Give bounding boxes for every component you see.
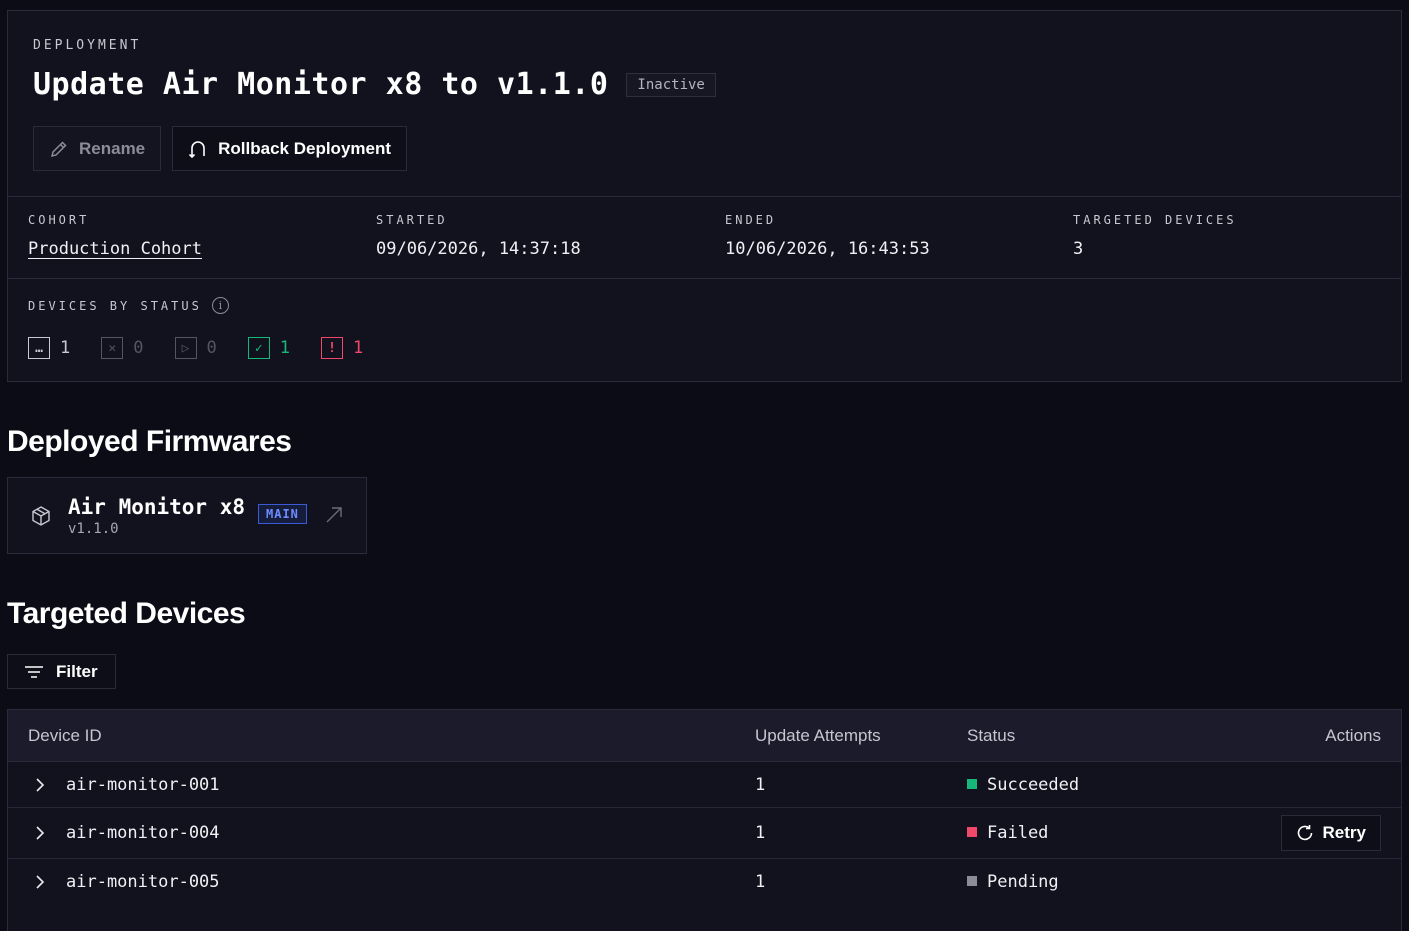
page-title: Update Air Monitor x8 to v1.1.0 [33,67,609,102]
devices-by-status-heading: DEVICES BY STATUS i [28,297,229,314]
status-cell: Pending [967,872,1059,892]
status-count-value: 1 [353,338,364,358]
firmware-version: v1.1.0 [68,521,119,537]
failed-icon: ! [321,337,343,359]
divider [8,278,1401,279]
meta-ended: ENDED 10/06/2026, 16:43:53 [725,213,930,259]
filter-button[interactable]: Filter [7,654,116,689]
status-count-pending[interactable]: … 1 [28,337,70,359]
firmwares-heading: Deployed Firmwares [7,425,292,458]
deployment-header-card: DEPLOYMENT Update Air Monitor x8 to v1.1… [7,10,1402,382]
status-badge: Inactive [626,72,716,97]
status-label: Succeeded [987,774,1080,795]
started-value: 09/06/2026, 14:37:18 [376,239,581,259]
meta-targeted: TARGETED DEVICES 3 [1073,213,1237,259]
filter-icon [25,665,43,678]
status-counts: … 1 ✕ 0 ▷ 0 ✓ 1 ! 1 [28,337,363,359]
rollback-deployment-button[interactable]: Rollback Deployment [172,126,408,171]
package-icon [32,506,50,526]
status-count-value: 1 [60,338,71,358]
status-cell: Succeeded [967,775,1079,795]
external-link-icon[interactable] [325,506,343,524]
rollback-icon [189,140,205,158]
status-dot [967,827,977,837]
status-count-value: 0 [206,338,217,358]
devices-by-status-label: DEVICES BY STATUS [28,298,202,313]
retry-button[interactable]: Retry [1280,815,1381,851]
retry-label: Retry [1322,823,1366,842]
status-count-cancelled[interactable]: ✕ 0 [101,337,144,359]
device-id: air-monitor-004 [66,823,220,843]
status-cell: Failed [967,823,1048,843]
update-attempts: 1 [755,872,766,892]
rename-label: Rename [79,138,146,158]
chevron-right-icon[interactable] [34,777,46,793]
status-label: Pending [987,872,1059,892]
in-progress-icon: ▷ [174,337,197,359]
firmware-name: Air Monitor x8 [68,495,246,519]
update-attempts: 1 [755,774,766,795]
table-row[interactable]: air-monitor-004 1 Failed Retry [8,808,1401,859]
table-row[interactable]: air-monitor-005 1 Pending [8,859,1401,905]
status-count-value: 1 [279,338,290,358]
cohort-link[interactable]: Production Cohort [28,239,202,259]
cancelled-icon: ✕ [101,337,124,359]
table-header: Device ID Update Attempts Status Actions [8,710,1401,762]
pencil-icon [50,140,67,157]
succeeded-icon: ✓ [247,337,270,359]
info-icon[interactable]: i [211,297,229,314]
update-attempts: 1 [755,823,766,843]
firmware-tag-badge: MAIN [258,504,307,524]
devices-table: Device ID Update Attempts Status Actions… [7,709,1402,931]
header-actions: Rename Rollback Deployment [33,126,408,171]
column-header-status[interactable]: Status [967,726,1015,746]
ended-value: 10/06/2026, 16:43:53 [725,239,930,259]
started-label: STARTED [376,213,448,227]
status-dot [967,778,977,789]
firmware-card[interactable]: Air Monitor x8 v1.1.0 MAIN [7,477,367,554]
status-count-in-progress[interactable]: ▷ 0 [174,337,217,359]
meta-started: STARTED 09/06/2026, 14:37:18 [376,213,581,259]
targeted-devices-heading: Targeted Devices [7,597,246,630]
targeted-label: TARGETED DEVICES [1073,213,1237,227]
ended-label: ENDED [725,213,777,227]
column-header-update-attempts[interactable]: Update Attempts [755,726,881,746]
status-count-failed[interactable]: ! 1 [321,337,363,359]
status-count-succeeded[interactable]: ✓ 1 [247,337,290,359]
table-row[interactable]: air-monitor-001 1 Succeeded [8,762,1401,808]
status-label: Failed [987,823,1049,843]
column-header-device-id[interactable]: Device ID [28,726,102,746]
title-row: Update Air Monitor x8 to v1.1.0 Inactive [33,67,716,102]
cohort-label: COHORT [28,213,90,227]
chevron-right-icon[interactable] [34,825,46,841]
meta-cohort: COHORT Production Cohort [28,213,202,259]
section-eyebrow: DEPLOYMENT [33,38,142,53]
status-count-value: 0 [133,338,144,358]
divider [8,196,1401,197]
filter-label: Filter [56,661,98,681]
device-id: air-monitor-001 [66,774,220,795]
chevron-right-icon[interactable] [34,874,46,890]
pending-icon: … [28,337,50,359]
refresh-icon [1297,825,1312,841]
targeted-value: 3 [1073,239,1084,259]
column-header-actions: Actions [1325,726,1381,745]
rollback-label: Rollback Deployment [218,138,392,158]
status-dot [967,876,977,886]
rename-button[interactable]: Rename [33,126,162,171]
device-id: air-monitor-005 [66,872,220,892]
